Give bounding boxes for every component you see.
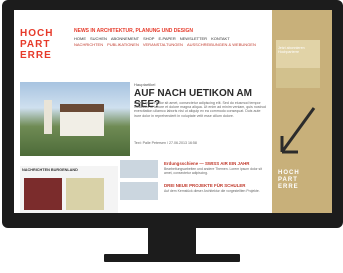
sidebar: Jetzt abonnieren Hochparterre HOCH PART …	[272, 10, 332, 213]
secondary-nav: NACHRICHTEN PUBLIKATIONEN VERANSTALTUNGE…	[74, 42, 256, 47]
monitor-neck	[148, 228, 196, 256]
news-section: NACHRICHTEN BURGENLAND	[20, 166, 118, 213]
article-dateline: Text: Palle Petersen / 27.06.2013 16:58	[134, 141, 197, 145]
teaser-title: DREI NEUE PROJEKTE FÜR SCHULER	[164, 183, 246, 188]
sidebar-promo-text: Jetzt abonnieren Hochparterre	[278, 46, 305, 54]
teaser[interactable]: DREI NEUE PROJEKTE FÜR SCHULER Auf dem K…	[120, 182, 270, 212]
sidebar-logo: HOCH PART ERRE	[278, 170, 300, 191]
nav-item-shop[interactable]: SHOP	[143, 36, 154, 41]
monitor-frame: HOCH PART ERRE NEWS IN ARCHITEKTUR, PLAN…	[2, 0, 343, 228]
sidebar-logo-line: ERRE	[278, 184, 299, 190]
monitor-foot	[104, 254, 240, 262]
nav2-publikationen[interactable]: PUBLIKATIONEN	[107, 42, 139, 47]
section-title: NACHRICHTEN BURGENLAND	[22, 168, 78, 172]
teaser-title: Erdungsschiene — SWISS AIR EIN JAHR	[164, 161, 250, 166]
arrow-down-left-icon	[280, 107, 316, 154]
hero-image[interactable]	[20, 82, 130, 156]
publication-cover[interactable]	[24, 178, 62, 210]
site-claim: NEWS IN ARCHITEKTUR, PLANUNG UND DESIGN	[74, 28, 193, 34]
nav-item-epaper[interactable]: E-PAPER	[158, 36, 175, 41]
sidebar-promo-box[interactable]	[276, 68, 320, 88]
nav-item-kontakt[interactable]: KONTAKT	[211, 36, 230, 41]
nav2-ausschreibungen[interactable]: AUSSCHREIBUNGEN & WEBUNGEN	[187, 42, 256, 47]
teaser[interactable]: Erdungsschiene — SWISS AIR EIN JAHR Bear…	[120, 160, 270, 180]
house	[60, 112, 104, 136]
nav2-veranstaltungen[interactable]: VERANSTALTUNGEN	[143, 42, 183, 47]
website-page: HOCH PART ERRE NEWS IN ARCHITEKTUR, PLAN…	[14, 10, 272, 213]
logo-line: ERRE	[20, 50, 52, 61]
publication-cover[interactable]	[66, 178, 104, 210]
teaser-text: Bearbeitungsarbeiten und andere Themen. …	[164, 167, 262, 175]
nav-item-abonnement[interactable]: ABONNEMENT	[111, 36, 139, 41]
site-logo[interactable]: HOCH PART ERRE	[20, 28, 53, 61]
article-body: Lorem ipsum dolor sit amet, consectetur …	[134, 101, 266, 118]
sidebar-text-line: Hochparterre	[278, 50, 299, 54]
screen: HOCH PART ERRE NEWS IN ARCHITEKTUR, PLAN…	[14, 10, 332, 213]
house-roof	[60, 104, 104, 112]
logo-line: HOCH	[20, 28, 54, 39]
nav-item-suchen[interactable]: SUCHEN	[90, 36, 107, 41]
nav-item-home[interactable]: HOME	[74, 36, 86, 41]
nav-item-newsletter[interactable]: NEWSLETTER	[180, 36, 207, 41]
teaser-text: Auf dem Kernstück dieser Architektur die…	[164, 189, 260, 193]
teaser-thumbnail	[120, 182, 158, 200]
primary-nav: HOME SUCHEN ABONNEMENT SHOP E-PAPER NEWS…	[74, 36, 244, 41]
church-tower	[44, 100, 52, 134]
sidebar-logo-line: PART	[278, 177, 298, 183]
nav2-nachrichten[interactable]: NACHRICHTEN	[74, 42, 103, 47]
teaser-thumbnail	[120, 160, 158, 178]
logo-line: PART	[20, 39, 51, 50]
article-kicker: Hauptartikel	[134, 82, 156, 87]
sidebar-logo-line: HOCH	[278, 170, 300, 176]
